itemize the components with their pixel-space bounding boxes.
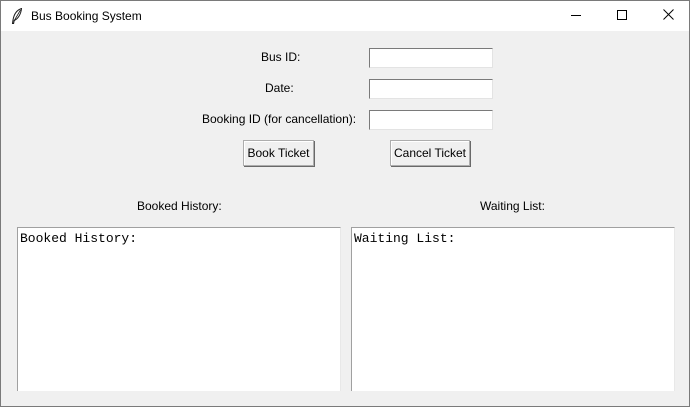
booking-id-label: Booking ID (for cancellation): <box>202 112 357 126</box>
minimize-button[interactable] <box>553 1 599 31</box>
booked-history-heading: Booked History: <box>137 199 222 213</box>
close-icon <box>662 9 674 23</box>
close-button[interactable] <box>645 1 690 31</box>
title-bar[interactable]: Bus Booking System <box>1 1 689 31</box>
date-input[interactable] <box>369 79 493 99</box>
waiting-list-textbox[interactable]: Waiting List: <box>351 227 675 391</box>
app-window: Bus Booking System Bus ID: Date: Booking… <box>0 0 690 407</box>
feather-icon <box>11 7 23 24</box>
maximize-button[interactable] <box>599 1 645 31</box>
booked-history-textbox[interactable]: Booked History: <box>17 227 341 391</box>
waiting-list-heading: Waiting List: <box>480 199 545 213</box>
bus-id-label: Bus ID: <box>261 50 301 64</box>
booking-id-input[interactable] <box>369 110 493 130</box>
window-title: Bus Booking System <box>31 9 142 23</box>
cancel-ticket-button[interactable]: Cancel Ticket <box>390 140 470 166</box>
minimize-icon <box>571 9 581 23</box>
bus-id-input[interactable] <box>369 48 493 68</box>
book-ticket-button[interactable]: Book Ticket <box>243 140 314 166</box>
maximize-icon <box>617 9 627 23</box>
date-label: Date: <box>265 81 294 95</box>
